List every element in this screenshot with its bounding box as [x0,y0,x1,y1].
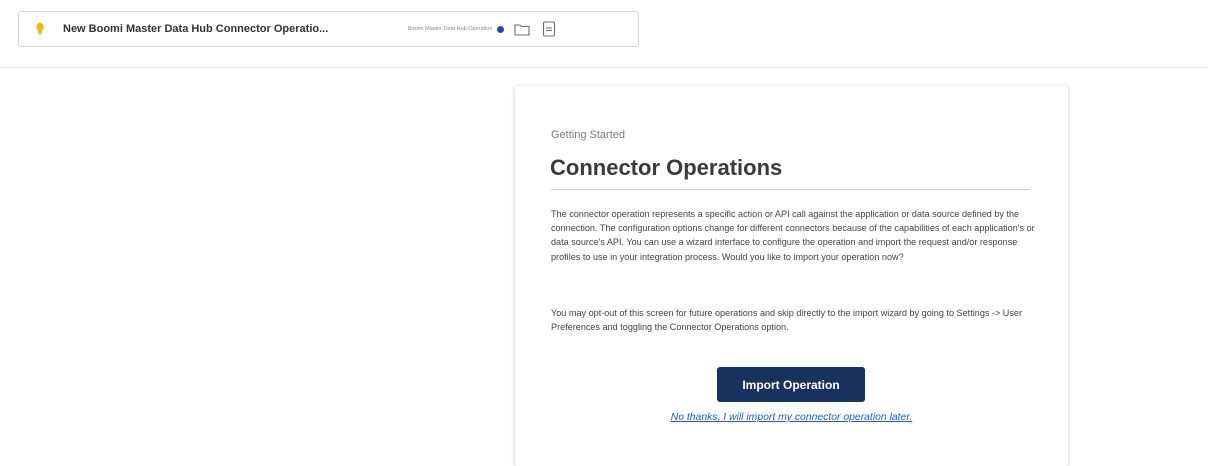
folder-icon[interactable] [514,22,530,36]
component-tab[interactable]: New Boomi Master Data Hub Connector Oper… [18,11,639,47]
description-paragraph: The connector operation represents a spe… [551,209,1035,262]
tab-type-label: Boomi Master Data Hub Operation [408,26,493,32]
skip-import-link[interactable]: No thanks, I will import my connector op… [515,412,1068,423]
divider [551,189,1030,190]
page-title: Connector Operations [550,155,783,180]
lightbulb-icon [35,22,45,36]
tab-title: New Boomi Master Data Hub Connector Oper… [63,23,329,35]
status-dot [497,25,505,33]
tab-strip: New Boomi Master Data Hub Connector Oper… [0,0,1208,68]
opt-out-paragraph: You may opt-out of this screen for futur… [551,308,1023,333]
import-operation-button[interactable]: Import Operation [717,367,865,402]
eyebrow-label: Getting Started [551,129,625,141]
document-icon[interactable] [542,21,556,37]
getting-started-card: Getting Started Connector Operations The… [515,86,1068,466]
